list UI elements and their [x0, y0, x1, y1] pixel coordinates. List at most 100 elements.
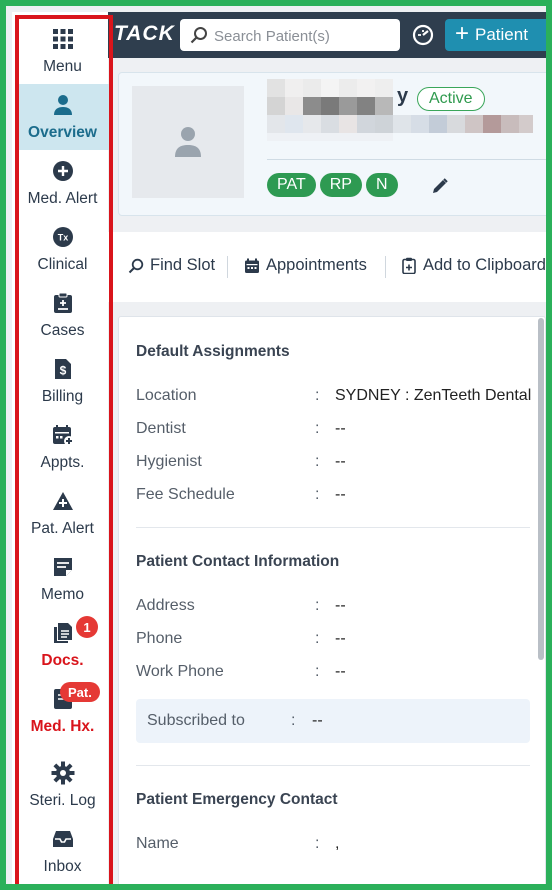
- gear-icon: [16, 760, 109, 786]
- work-phone-value: --: [335, 663, 346, 680]
- action-divider: [227, 256, 228, 278]
- section-title-contact-info: Patient Contact Information: [136, 553, 340, 570]
- tag-n[interactable]: N: [365, 173, 398, 197]
- action-divider: [385, 256, 386, 278]
- sidebar-item-label: Billing: [41, 388, 84, 405]
- rx-icon: Tx: [16, 224, 109, 250]
- sidebar-item-cases[interactable]: Cases: [16, 282, 109, 348]
- find-slot-button[interactable]: Find Slot: [128, 256, 215, 275]
- search-icon: [190, 26, 208, 49]
- field-label: Address: [136, 597, 195, 614]
- sidebar-item-label: Clinical: [37, 256, 88, 273]
- sidebar-item-steri-log[interactable]: Steri. Log: [16, 752, 109, 818]
- sidebar: Menu Overview Med. Alert Tx Clinical Cas…: [12, 12, 109, 884]
- field-colon: :: [315, 486, 320, 503]
- docs-count-badge: 1: [76, 616, 98, 638]
- phone-value: --: [335, 630, 346, 647]
- card-divider: [267, 159, 546, 160]
- field-label: Work Phone: [136, 663, 224, 680]
- patient-tags: PAT RP N: [267, 173, 402, 197]
- panel-scrollbar[interactable]: [538, 318, 544, 660]
- speedometer-icon[interactable]: [412, 24, 434, 51]
- person-icon: [175, 127, 201, 157]
- sidebar-item-label: Steri. Log: [29, 792, 96, 809]
- sidebar-item-overview[interactable]: Overview: [16, 84, 109, 150]
- edit-pencil-icon[interactable]: [431, 177, 449, 200]
- appointments-button[interactable]: Appointments: [244, 256, 367, 275]
- field-label: Location: [136, 387, 197, 404]
- sidebar-item-med-alert[interactable]: Med. Alert: [16, 150, 109, 216]
- inbox-icon: [16, 826, 109, 852]
- search-input[interactable]: [212, 24, 396, 48]
- field-label: Name: [136, 835, 179, 852]
- address-value: --: [335, 597, 346, 614]
- sidebar-item-med-hx[interactable]: Pat. Med. Hx.: [16, 678, 109, 744]
- sidebar-item-billing[interactable]: $ Billing: [16, 348, 109, 414]
- person-icon: [16, 92, 109, 118]
- field-label: Hygienist: [136, 453, 202, 470]
- new-patient-button[interactable]: + Patient: [445, 19, 546, 51]
- emergency-name-value: ,: [335, 835, 340, 852]
- sidebar-item-docs[interactable]: 1 Docs.: [16, 612, 109, 678]
- sidebar-item-pat-alert[interactable]: Pat. Alert: [16, 480, 109, 546]
- field-colon: :: [315, 387, 320, 404]
- clipboard-plus-icon: [402, 257, 416, 274]
- field-colon: :: [291, 712, 296, 729]
- tag-rp[interactable]: RP: [319, 173, 362, 197]
- sidebar-item-memo[interactable]: Memo: [16, 546, 109, 612]
- location-value: SYDNEY : ZenTeeth Dental: [335, 387, 532, 404]
- dollar-file-icon: $: [16, 356, 109, 382]
- svg-text:$: $: [59, 364, 66, 378]
- patient-search[interactable]: [180, 19, 400, 51]
- memo-icon: [16, 554, 109, 580]
- top-bar: TACK + Patient: [108, 12, 546, 58]
- sidebar-item-appts[interactable]: Appts.: [16, 414, 109, 480]
- field-colon: :: [315, 663, 320, 680]
- sidebar-item-label: Overview: [28, 124, 97, 141]
- warning-plus-icon: [16, 488, 109, 514]
- sidebar-item-label: Cases: [40, 322, 85, 339]
- section-title-emergency-contact: Patient Emergency Contact: [136, 791, 338, 808]
- sidebar-item-label: Pat. Alert: [31, 520, 94, 537]
- field-label: Fee Schedule: [136, 486, 235, 503]
- section-divider: [136, 527, 530, 528]
- patient-info-panel: Default Assignments Location : SYDNEY : …: [118, 316, 546, 884]
- field-label: Subscribed to: [147, 712, 245, 729]
- med-hx-badge: Pat.: [60, 682, 100, 702]
- field-colon: :: [315, 453, 320, 470]
- hygienist-value: --: [335, 453, 346, 470]
- sidebar-item-inbox[interactable]: Inbox: [16, 818, 109, 884]
- dentist-value: --: [335, 420, 346, 437]
- calendar-plus-icon: [16, 422, 109, 448]
- field-label: Dentist: [136, 420, 186, 437]
- find-slot-label: Find Slot: [150, 256, 216, 274]
- field-colon: :: [315, 597, 320, 614]
- appointments-label: Appointments: [266, 256, 367, 274]
- sidebar-item-label: Med. Hx.: [30, 718, 95, 735]
- sidebar-item-menu[interactable]: Menu: [16, 18, 109, 84]
- svg-text:Tx: Tx: [57, 233, 68, 243]
- sidebar-item-label: Memo: [40, 586, 85, 603]
- app-logo[interactable]: TACK: [114, 22, 175, 46]
- field-colon: :: [315, 420, 320, 437]
- fee-schedule-value: --: [335, 486, 346, 503]
- patient-card: y Active PAT RP N: [118, 72, 546, 216]
- sidebar-item-label: Med. Alert: [27, 190, 98, 207]
- calendar-icon: [245, 258, 259, 273]
- subscribed-to-row: Subscribed to : --: [136, 699, 530, 743]
- sidebar-item-label: Inbox: [43, 858, 82, 875]
- sidebar-item-clinical[interactable]: Tx Clinical: [16, 216, 109, 282]
- patient-avatar[interactable]: [132, 86, 244, 198]
- status-badge: Active: [417, 87, 485, 111]
- sidebar-item-label: Appts.: [40, 454, 85, 471]
- add-to-clipboard-label: Add to Clipboard: [423, 256, 546, 274]
- search-icon: [128, 258, 144, 273]
- field-colon: :: [315, 630, 320, 647]
- action-bar: Find Slot Appointments Add to Clipboard: [108, 232, 546, 302]
- add-to-clipboard-button[interactable]: Add to Clipboard: [402, 256, 546, 275]
- field-label: Phone: [136, 630, 183, 647]
- field-colon: :: [315, 835, 320, 852]
- section-divider: [136, 765, 530, 766]
- tag-pat[interactable]: PAT: [267, 173, 316, 197]
- new-patient-label: Patient: [475, 25, 528, 44]
